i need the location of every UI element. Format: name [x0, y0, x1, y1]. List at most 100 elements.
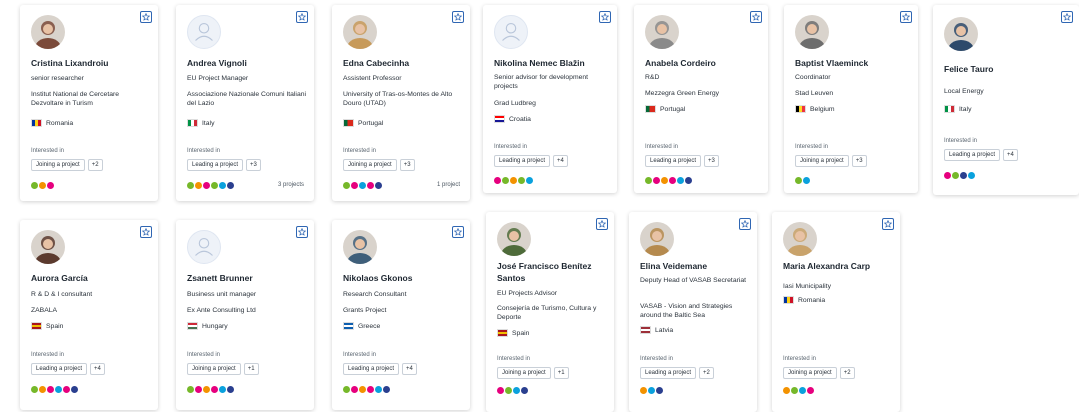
avatar-placeholder-icon[interactable]	[187, 230, 221, 264]
profile-card[interactable]: Maria Alexandra Carp Iasi Municipality R…	[772, 212, 900, 412]
country-flag-icon	[343, 322, 354, 330]
more-interests-chip[interactable]: +1	[243, 363, 259, 375]
member-name[interactable]: Felice Tauro	[944, 63, 1071, 75]
avatar-placeholder-icon[interactable]	[187, 15, 221, 49]
more-interests-chip[interactable]: +2	[699, 367, 714, 379]
member-name[interactable]: Maria Alexandra Carp	[783, 260, 892, 272]
member-role: EU Project Manager	[187, 75, 249, 82]
interest-chips: Leading a project +2	[640, 367, 714, 379]
interest-chip[interactable]: Leading a project	[343, 363, 400, 375]
category-dot	[203, 182, 210, 189]
avatar[interactable]	[343, 230, 377, 264]
interest-chip[interactable]: Joining a project	[187, 363, 241, 375]
favorite-star-icon[interactable]	[882, 218, 894, 230]
category-dot	[71, 386, 78, 393]
favorite-star-icon[interactable]	[452, 11, 464, 23]
profile-card[interactable]: José Francisco Benítez Santos EU Project…	[486, 212, 614, 412]
member-name[interactable]: Elina Veidemane	[640, 260, 749, 272]
member-organization: Grants Project	[343, 307, 387, 314]
favorite-star-icon[interactable]	[1061, 11, 1073, 23]
more-interests-chip[interactable]: +3	[851, 155, 867, 167]
profile-card[interactable]: Aurora García R & D & I consultant ZABAL…	[20, 220, 158, 410]
category-dot	[63, 386, 70, 393]
member-name[interactable]: Baptist Vlaeminck	[795, 57, 910, 69]
country-flag-icon	[944, 105, 955, 113]
favorite-star-icon[interactable]	[900, 11, 912, 23]
avatar[interactable]	[640, 222, 674, 256]
profile-card[interactable]: Anabela Cordeiro R&D Mezzegra Green Ener…	[634, 5, 768, 193]
more-interests-chip[interactable]: +3	[399, 159, 415, 171]
profile-card[interactable]: Baptist Vlaeminck Coordinator Stad Leuve…	[784, 5, 918, 193]
more-interests-chip[interactable]: +4	[1003, 149, 1018, 161]
more-interests-chip[interactable]: +2	[87, 159, 103, 171]
favorite-star-icon[interactable]	[296, 226, 308, 238]
avatar[interactable]	[31, 230, 65, 264]
member-name[interactable]: Cristina Lixandroiu	[31, 57, 150, 69]
profile-card[interactable]: Nikolaos Gkonos Research Consultant Gran…	[332, 220, 470, 410]
profile-card[interactable]: Elina Veidemane Deputy Head of VASAB Sec…	[629, 212, 757, 412]
interest-chip[interactable]: Leading a project	[187, 159, 244, 171]
avatar-placeholder-icon[interactable]	[494, 15, 528, 49]
more-interests-chip[interactable]: +1	[553, 367, 569, 379]
interest-chip[interactable]: Joining a project	[783, 367, 837, 379]
member-name[interactable]: Nikolina Nemec Blažin	[494, 57, 609, 69]
category-dot	[661, 177, 668, 184]
profile-card[interactable]: Felice Tauro Local Energy Italy Interest…	[933, 5, 1079, 195]
country-flag-icon	[795, 105, 806, 113]
more-interests-chip[interactable]: +2	[839, 367, 855, 379]
profile-card[interactable]: Zsanett Brunner Business unit manager Ex…	[176, 220, 314, 410]
profile-card[interactable]: Cristina Lixandroiu senior researcher In…	[20, 5, 158, 201]
country-label: Belgium	[810, 105, 835, 113]
category-dot	[645, 177, 652, 184]
profile-card[interactable]: Edna Cabecinha Assistent Professor Unive…	[332, 5, 470, 201]
category-dot	[187, 182, 194, 189]
interest-chip[interactable]: Leading a project	[494, 155, 551, 167]
interest-chip[interactable]: Leading a project	[31, 363, 88, 375]
member-name[interactable]: Zsanett Brunner	[187, 272, 306, 284]
member-name[interactable]: José Francisco Benítez Santos	[497, 260, 606, 284]
avatar[interactable]	[944, 17, 978, 51]
favorite-star-icon[interactable]	[739, 218, 751, 230]
category-dot	[227, 386, 234, 393]
favorite-star-icon[interactable]	[596, 218, 608, 230]
country-label: Italy	[202, 119, 215, 127]
category-dot	[677, 177, 684, 184]
avatar[interactable]	[343, 15, 377, 49]
avatar[interactable]	[645, 15, 679, 49]
favorite-star-icon[interactable]	[296, 11, 308, 23]
more-interests-chip[interactable]: +4	[553, 155, 568, 167]
member-name[interactable]: Edna Cabecinha	[343, 57, 462, 69]
member-country: Croatia	[494, 115, 531, 123]
favorite-star-icon[interactable]	[452, 226, 464, 238]
interest-chip[interactable]: Leading a project	[645, 155, 702, 167]
interested-in-label: Interested in	[187, 148, 221, 154]
more-interests-chip[interactable]: +4	[90, 363, 105, 375]
category-dot	[351, 386, 358, 393]
favorite-star-icon[interactable]	[599, 11, 611, 23]
more-interests-chip[interactable]: +3	[704, 155, 719, 167]
avatar[interactable]	[497, 222, 531, 256]
favorite-star-icon[interactable]	[750, 11, 762, 23]
member-name[interactable]: Aurora García	[31, 272, 150, 284]
category-dot	[383, 386, 390, 393]
interest-chip[interactable]: Joining a project	[497, 367, 551, 379]
interest-chip[interactable]: Leading a project	[944, 149, 1001, 161]
profile-card[interactable]: Nikolina Nemec Blažin Senior advisor for…	[483, 5, 617, 193]
interest-chip[interactable]: Joining a project	[343, 159, 397, 171]
avatar[interactable]	[795, 15, 829, 49]
more-interests-chip[interactable]: +3	[246, 159, 261, 171]
member-name[interactable]: Andrea Vignoli	[187, 57, 306, 69]
favorite-star-icon[interactable]	[140, 226, 152, 238]
category-dot	[367, 182, 374, 189]
member-name[interactable]: Nikolaos Gkonos	[343, 272, 462, 284]
avatar[interactable]	[31, 15, 65, 49]
avatar[interactable]	[783, 222, 817, 256]
interest-chip[interactable]: Joining a project	[795, 155, 849, 167]
more-interests-chip[interactable]: +4	[402, 363, 417, 375]
profile-card[interactable]: Andrea Vignoli EU Project Manager Associ…	[176, 5, 314, 201]
member-country: Portugal	[343, 119, 383, 127]
interest-chip[interactable]: Joining a project	[31, 159, 85, 171]
interest-chip[interactable]: Leading a project	[640, 367, 697, 379]
favorite-star-icon[interactable]	[140, 11, 152, 23]
member-name[interactable]: Anabela Cordeiro	[645, 57, 760, 69]
